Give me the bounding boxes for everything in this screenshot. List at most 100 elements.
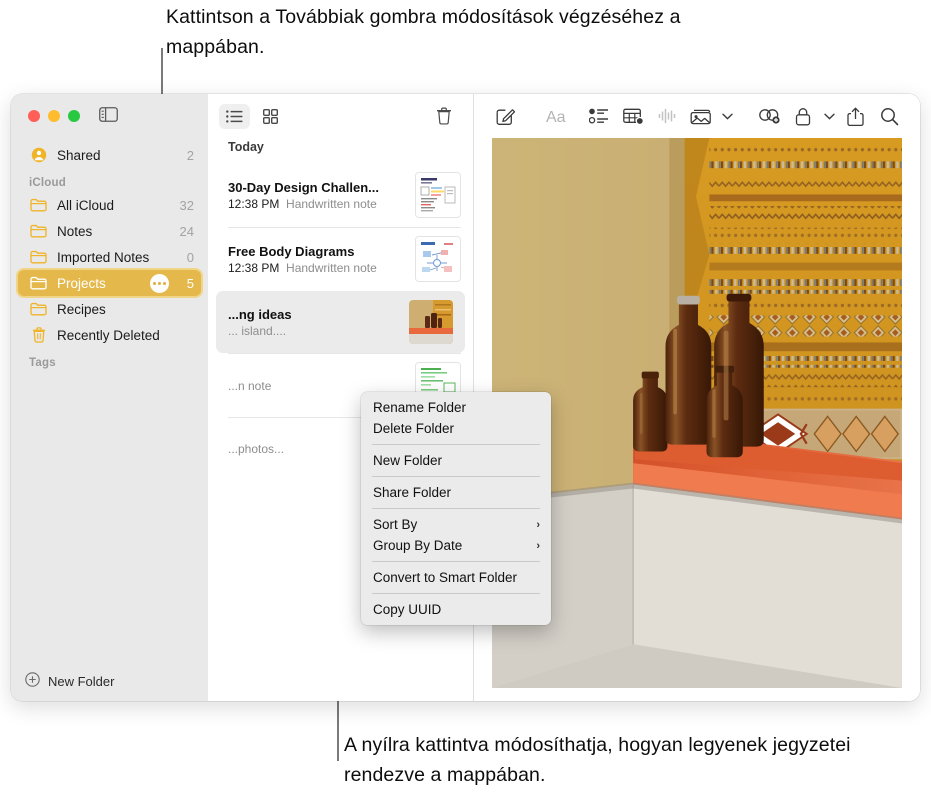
media-chevron-down-icon[interactable]: [718, 102, 736, 130]
folder-icon: [29, 249, 48, 265]
menu-item-group-by-date[interactable]: Group By Date ›: [361, 535, 551, 556]
editor-toolbar: Aa: [474, 94, 920, 138]
sidebar-item-label: Shared: [57, 148, 178, 163]
sidebar-item-notes[interactable]: Notes 24: [18, 218, 201, 244]
note-title: Free Body Diagrams: [228, 244, 407, 259]
sidebar-item-label: Projects: [57, 276, 150, 291]
media-photo-icon[interactable]: [684, 102, 718, 130]
note-subtitle: Handwritten note: [286, 197, 377, 211]
note-text: Free Body Diagrams 12:38 PM Handwritten …: [228, 244, 407, 275]
window-title-bar: [11, 94, 208, 138]
sidebar-item-label: Notes: [57, 224, 178, 239]
list-item[interactable]: 30-Day Design Challen... 12:38 PM Handwr…: [208, 163, 473, 227]
menu-item-label: Group By Date: [373, 538, 462, 553]
sidebar-toggle-icon[interactable]: [99, 107, 118, 122]
note-subtitle: ...n note: [228, 379, 271, 393]
audio-waveform-icon[interactable]: [650, 102, 684, 130]
format-aa-icon[interactable]: Aa: [536, 102, 582, 130]
note-time: 12:38 PM: [228, 197, 279, 211]
note-meta: ...n note: [228, 379, 407, 393]
sidebar-item-count: 5: [178, 276, 194, 291]
list-item[interactable]: Free Body Diagrams 12:38 PM Handwritten …: [208, 227, 473, 291]
notes-list-pane: Today 30-Day Design Challen... 12:38 PM …: [208, 94, 474, 701]
note-title: ...ng ideas: [228, 307, 401, 322]
note-thumbnail: [415, 172, 461, 218]
menu-separator: [372, 444, 540, 445]
sidebar-item-all-icloud[interactable]: All iCloud 32: [18, 192, 201, 218]
note-title: 30-Day Design Challen...: [228, 180, 407, 195]
menu-item-label: Delete Folder: [373, 421, 454, 436]
table-icon[interactable]: [616, 102, 650, 130]
folder-icon: [29, 197, 48, 213]
note-thumbnail: [409, 300, 453, 344]
new-folder-label: New Folder: [48, 674, 114, 689]
menu-item-convert-to-smart-folder[interactable]: Convert to Smart Folder: [361, 567, 551, 588]
menu-item-rename-folder[interactable]: Rename Folder: [361, 397, 551, 418]
menu-item-delete-folder[interactable]: Delete Folder: [361, 418, 551, 439]
callout-bottom-text: A nyílra kattintva módosíthatja, hogyan …: [344, 730, 904, 790]
menu-item-label: Sort By: [373, 517, 417, 532]
sidebar-item-label: Recently Deleted: [57, 328, 178, 343]
callout-top-text: Kattintson a Továbbiak gombra módosításo…: [166, 2, 726, 62]
menu-separator: [372, 508, 540, 509]
chevron-right-icon: ›: [536, 540, 540, 552]
menu-item-copy-uuid[interactable]: Copy UUID: [361, 599, 551, 620]
sidebar-item-count: 2: [178, 148, 194, 163]
zoom-button[interactable]: [68, 110, 80, 122]
new-folder-button[interactable]: New Folder: [11, 661, 208, 701]
link-icon[interactable]: [752, 102, 786, 130]
note-subtitle: ... island....: [228, 324, 286, 338]
compose-icon[interactable]: [488, 102, 522, 130]
sidebar-item-label: All iCloud: [57, 198, 178, 213]
menu-item-label: Share Folder: [373, 485, 451, 500]
menu-separator: [372, 476, 540, 477]
gallery-view-button[interactable]: [255, 104, 286, 129]
notes-app-window: Shared 2 iCloud All iCloud 32: [11, 94, 920, 701]
menu-item-label: Rename Folder: [373, 400, 466, 415]
minimize-button[interactable]: [48, 110, 60, 122]
note-text: 30-Day Design Challen... 12:38 PM Handwr…: [228, 180, 407, 211]
chevron-right-icon: ›: [536, 519, 540, 531]
close-button[interactable]: [28, 110, 40, 122]
note-time: 12:38 PM: [228, 261, 279, 275]
menu-item-label: Convert to Smart Folder: [373, 570, 517, 585]
lock-chevron-down-icon[interactable]: [820, 102, 838, 130]
sidebar: Shared 2 iCloud All iCloud 32: [11, 94, 208, 701]
menu-item-sort-by[interactable]: Sort By ›: [361, 514, 551, 535]
sidebar-list: Shared 2 iCloud All iCloud 32: [11, 138, 208, 661]
list-view-button[interactable]: [219, 104, 250, 129]
sidebar-item-projects[interactable]: Projects 5: [18, 270, 201, 296]
checklist-icon[interactable]: [582, 102, 616, 130]
shared-person-icon: [29, 147, 48, 163]
folder-context-menu[interactable]: Rename Folder Delete Folder New Folder S…: [361, 392, 551, 625]
notes-list-toolbar: [208, 94, 473, 138]
menu-item-new-folder[interactable]: New Folder: [361, 450, 551, 471]
notes-group-header: Today: [208, 138, 473, 163]
note-meta: 12:38 PM Handwritten note: [228, 261, 407, 275]
sidebar-item-recently-deleted[interactable]: Recently Deleted: [18, 322, 201, 348]
search-icon[interactable]: [872, 102, 906, 130]
sidebar-item-shared[interactable]: Shared 2: [18, 142, 201, 168]
menu-item-share-folder[interactable]: Share Folder: [361, 482, 551, 503]
sidebar-item-label: Imported Notes: [57, 250, 178, 265]
note-thumbnail: [415, 236, 461, 282]
sidebar-item-label: Recipes: [57, 302, 178, 317]
folder-icon: [29, 301, 48, 317]
note-text: ...ng ideas ... island....: [228, 307, 401, 338]
delete-note-button[interactable]: [428, 104, 459, 129]
note-text: ...n note: [228, 377, 407, 393]
trash-icon: [29, 327, 48, 343]
menu-separator: [372, 561, 540, 562]
sidebar-section-icloud: iCloud: [11, 168, 208, 192]
more-options-button[interactable]: [150, 274, 169, 293]
note-meta: ... island....: [228, 324, 401, 338]
folder-icon: [29, 275, 48, 291]
lock-icon[interactable]: [786, 102, 820, 130]
note-meta: 12:38 PM Handwritten note: [228, 197, 407, 211]
sidebar-item-imported-notes[interactable]: Imported Notes 0: [18, 244, 201, 270]
share-icon[interactable]: [838, 102, 872, 130]
menu-item-label: New Folder: [373, 453, 442, 468]
plus-circle-icon: [25, 672, 40, 690]
sidebar-item-recipes[interactable]: Recipes: [18, 296, 201, 322]
list-item[interactable]: ...ng ideas ... island....: [216, 291, 465, 353]
